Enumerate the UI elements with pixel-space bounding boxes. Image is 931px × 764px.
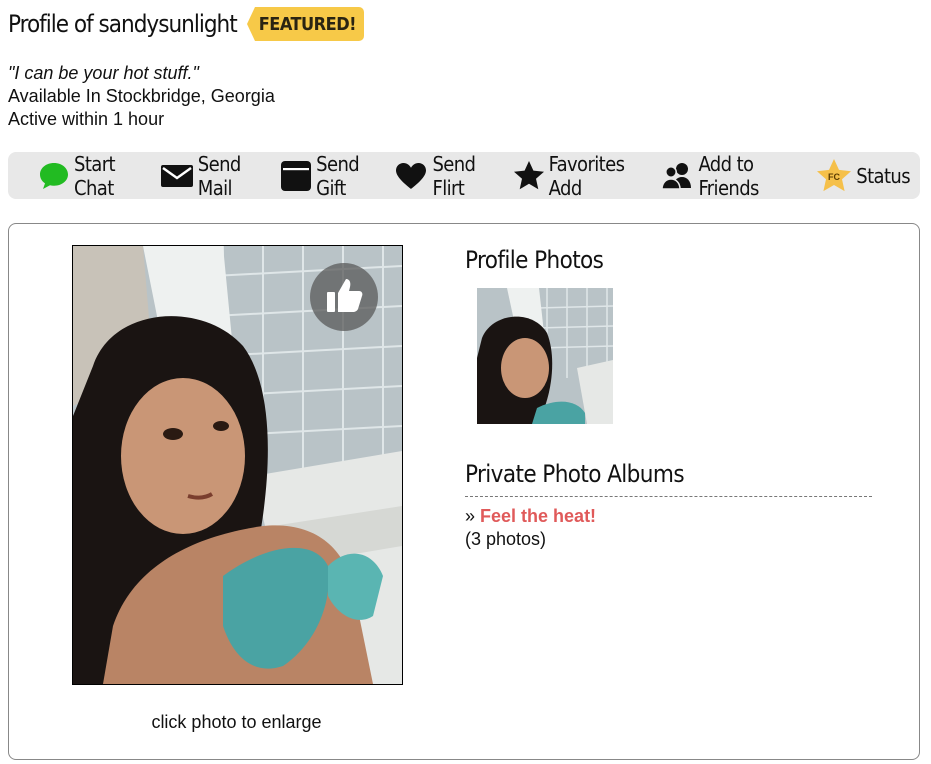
heart-icon <box>395 162 427 190</box>
profile-photos-heading: Profile Photos <box>465 246 604 274</box>
envelope-icon <box>160 164 193 187</box>
profile-photo-thumbnail[interactable] <box>477 288 613 424</box>
album-link-feel-the-heat[interactable]: Feel the heat! <box>480 506 596 526</box>
favorites-add-label: Favorites Add <box>548 151 625 200</box>
private-albums-heading: Private Photo Albums <box>465 460 685 488</box>
main-profile-photo[interactable] <box>72 245 403 685</box>
thumbs-up-icon <box>324 275 364 320</box>
album-bullet: » <box>465 506 476 526</box>
chat-bubble-icon <box>39 162 69 190</box>
featured-label: FEATURED! <box>254 7 365 41</box>
send-gift-button[interactable]: Send Gift <box>281 152 385 200</box>
send-flirt-label: Send Flirt <box>432 151 476 200</box>
profile-location: Available In Stockbridge, Georgia <box>8 86 275 106</box>
send-gift-label: Send Gift <box>316 151 360 200</box>
thumbnail-image <box>477 288 613 424</box>
fc-star-badge-icon: FC <box>817 159 852 192</box>
send-mail-button[interactable]: Send Mail <box>160 151 271 200</box>
like-button[interactable] <box>310 263 378 331</box>
profile-intro: "I can be your hot stuff." Available In … <box>8 62 275 131</box>
enlarge-caption: click photo to enlarge <box>151 712 322 732</box>
add-to-friends-button[interactable]: Add to Friends <box>661 152 807 200</box>
friends-icon <box>661 162 693 190</box>
albums-divider <box>465 496 872 497</box>
star-icon <box>513 161 544 190</box>
action-bar: Start Chat Send Mail Send Gift Send Flir… <box>8 151 920 200</box>
album-photo-count: (3 photos) <box>465 529 547 549</box>
send-mail-label: Send Mail <box>197 151 242 200</box>
status-button[interactable]: FC Status <box>817 159 911 192</box>
start-chat-button[interactable]: Start Chat <box>39 152 151 200</box>
profile-tagline: "I can be your hot stuff." <box>8 63 199 83</box>
status-label: Status <box>856 163 910 188</box>
gift-box-icon <box>281 160 312 191</box>
title-row: Profile of sandysunlight FEATURED! <box>8 6 365 42</box>
page-title: Profile of sandysunlight <box>8 10 238 38</box>
add-to-friends-label: Add to Friends <box>698 151 759 200</box>
profile-activity: Active within 1 hour <box>8 109 165 129</box>
profile-panel: click photo to enlarge Profile Photos Pr… <box>8 223 920 760</box>
svg-text:FC: FC <box>828 172 840 182</box>
start-chat-label: Start Chat <box>74 151 116 200</box>
send-flirt-button[interactable]: Send Flirt <box>395 152 503 200</box>
favorites-add-button[interactable]: Favorites Add <box>513 151 652 200</box>
album-list-item: » Feel the heat! (3 photos) <box>465 505 596 551</box>
featured-badge: FEATURED! <box>246 7 365 41</box>
